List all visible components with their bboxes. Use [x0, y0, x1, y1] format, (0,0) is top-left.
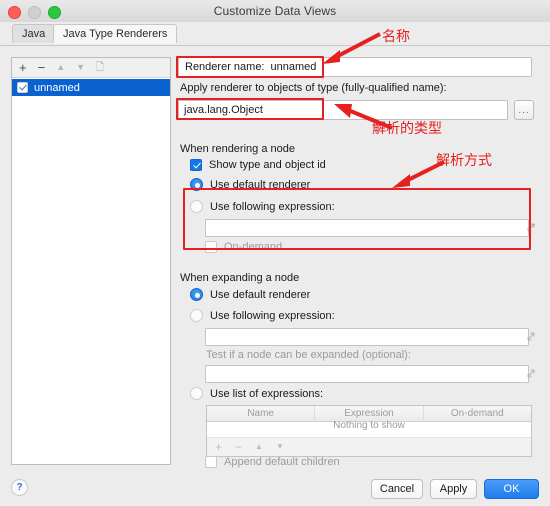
column-header-expression: Expression [315, 406, 424, 421]
tab-strip: Java Java Type Renderers [0, 22, 550, 46]
title-bar: Customize Data Views [0, 0, 550, 23]
tab-java-type-renderers[interactable]: Java Type Renderers [53, 24, 178, 43]
rendering-on-demand-checkbox[interactable]: On-demand [205, 241, 282, 253]
table-move-up-icon[interactable]: ▲ [255, 443, 263, 451]
rendering-on-demand-label: On-demand [224, 241, 283, 253]
column-header-name: Name [207, 406, 316, 421]
expand-editor-icon[interactable] [525, 368, 537, 380]
expand-editor-icon[interactable] [525, 331, 537, 343]
radio-glyph [190, 200, 203, 213]
expanding-section-heading: When expanding a node [180, 272, 300, 284]
cancel-button[interactable]: Cancel [371, 479, 423, 499]
radio-glyph [190, 309, 203, 322]
list-item-label: unnamed [34, 81, 80, 94]
rendering-use-expression-radio[interactable]: Use following expression: [190, 200, 335, 213]
copy-renderer-icon[interactable]: 🗋 [96, 62, 104, 73]
radio-glyph [190, 288, 203, 301]
minimize-button[interactable] [28, 6, 41, 19]
tab-java[interactable]: Java [12, 24, 56, 43]
rendering-section-heading: When rendering a node [180, 143, 295, 155]
expanding-use-list-radio[interactable]: Use list of expressions: [190, 387, 323, 400]
zoom-button[interactable] [48, 6, 61, 19]
show-type-and-object-id-label: Show type and object id [209, 159, 326, 171]
table-add-icon[interactable]: + [215, 441, 222, 453]
expand-test-input[interactable] [205, 365, 529, 383]
apply-renderer-label: Apply renderer to objects of type (fully… [180, 82, 447, 94]
ok-button[interactable]: OK [484, 479, 539, 499]
table-body: Nothing to show [207, 420, 531, 437]
append-default-children-checkbox[interactable]: Append default children [205, 456, 340, 468]
annotation-label-parsed-type: 解析的类型 [372, 121, 442, 137]
rendering-use-expression-label: Use following expression: [210, 200, 335, 213]
list-item-checkbox[interactable] [17, 82, 28, 93]
column-header-on-demand: On-demand [450, 408, 504, 419]
annotation-label-name: 名称 [382, 29, 410, 45]
window-title: Customize Data Views [213, 4, 337, 18]
checkbox-glyph [205, 456, 217, 468]
table-move-down-icon[interactable]: ▼ [276, 443, 284, 451]
table-toolbar: + − ▲ ▼ [207, 437, 531, 456]
expressions-table: Name Expression On-demand Nothing to sho… [206, 405, 532, 457]
checkbox-glyph [205, 241, 217, 253]
close-button[interactable] [8, 6, 21, 19]
renderer-list-toolbar: + − ▲ ▼ 🗋 [12, 58, 170, 78]
show-type-and-object-id-checkbox[interactable]: Show type and object id [190, 159, 326, 171]
renderer-name-value: unnamed [270, 61, 317, 73]
expand-test-label: Test if a node can be expanded (optional… [206, 349, 411, 361]
table-empty-text: Nothing to show [333, 420, 405, 431]
rendering-use-default-label: Use default renderer [210, 178, 311, 191]
renderer-name-label: Renderer name: [185, 61, 265, 73]
table-remove-icon[interactable]: − [235, 441, 242, 453]
append-default-children-label: Append default children [224, 456, 340, 468]
expanding-use-default-label: Use default renderer [210, 288, 311, 301]
rendering-use-default-radio[interactable]: Use default renderer [190, 178, 310, 191]
remove-renderer-icon[interactable]: − [38, 61, 46, 74]
expanding-use-expression-radio[interactable]: Use following expression: [190, 309, 335, 322]
expanding-use-list-label: Use list of expressions: [210, 387, 324, 400]
move-down-icon[interactable]: ▼ [76, 63, 85, 72]
expand-editor-icon[interactable] [525, 222, 537, 234]
renderer-list-panel: + − ▲ ▼ 🗋 unnamed [11, 57, 171, 465]
expanding-use-expression-label: Use following expression: [210, 309, 335, 322]
radio-glyph [190, 178, 203, 191]
apply-button[interactable]: Apply [430, 479, 477, 499]
help-button[interactable]: ? [11, 479, 28, 496]
browse-type-button[interactable]: ... [514, 100, 534, 120]
renderer-name-row: Renderer name: unnamed [178, 57, 532, 77]
type-input[interactable]: java.lang.Object [178, 100, 508, 120]
dialog-window: Customize Data Views Java Java Type Rend… [0, 0, 550, 506]
add-renderer-icon[interactable]: + [19, 61, 27, 74]
list-item[interactable]: unnamed [12, 79, 170, 96]
move-up-icon[interactable]: ▲ [56, 63, 65, 72]
annotation-label-parsing-method: 解析方式 [436, 153, 492, 169]
expanding-use-default-radio[interactable]: Use default renderer [190, 288, 310, 301]
checkbox-glyph [190, 159, 202, 171]
radio-glyph [190, 387, 203, 400]
expanding-expression-input[interactable] [205, 328, 529, 346]
renderer-name-field[interactable]: Renderer name: unnamed [178, 57, 532, 77]
window-controls [8, 6, 61, 19]
type-input-value: java.lang.Object [184, 104, 263, 116]
rendering-expression-input[interactable] [205, 219, 529, 237]
